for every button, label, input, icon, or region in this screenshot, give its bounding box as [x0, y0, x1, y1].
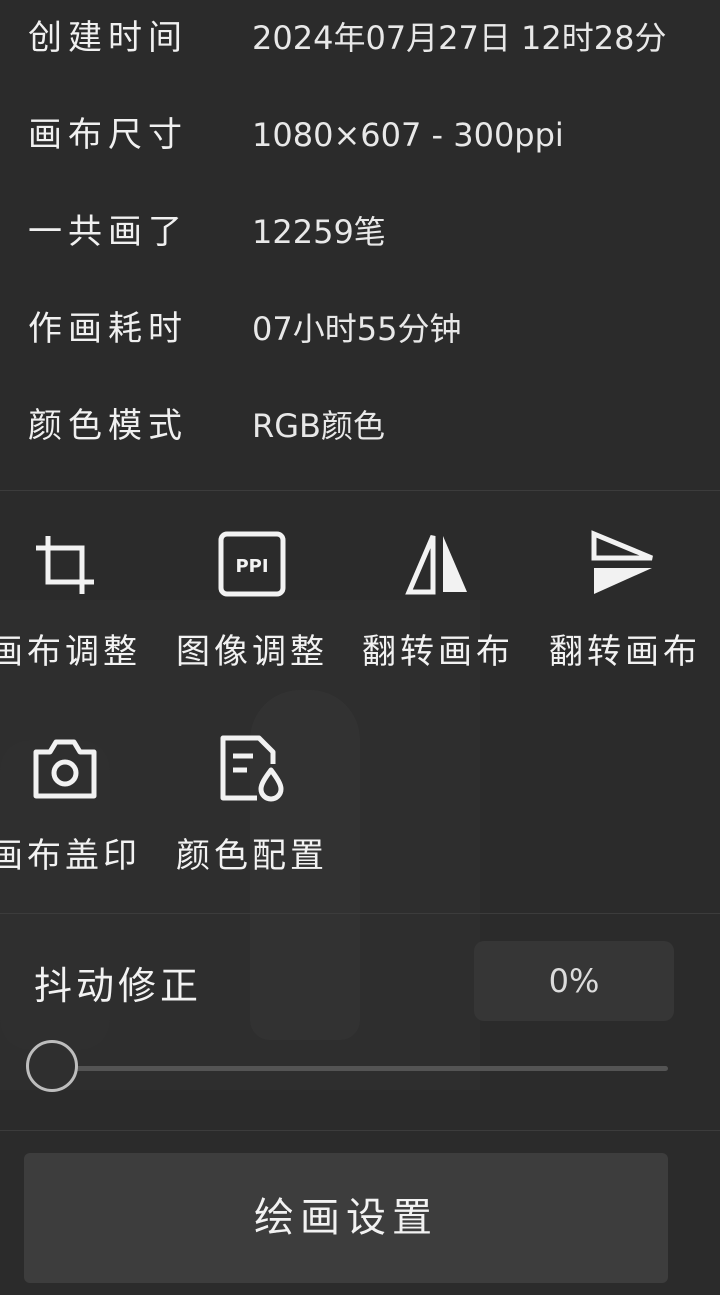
- tool-label: 图像调整: [176, 632, 328, 672]
- info-row-created: 创建时间 2024年07月27日 12时28分: [0, 8, 720, 68]
- painting-settings-button[interactable]: 绘画设置: [24, 1153, 668, 1283]
- info-label: 颜色模式: [28, 406, 188, 446]
- info-row-canvas-size: 画布尺寸 1080×607 - 300ppi: [0, 105, 720, 165]
- info-value: 2024年07月27日 12时28分: [252, 19, 667, 57]
- jitter-slider-thumb[interactable]: [26, 1040, 78, 1092]
- info-value: 1080×607 - 300ppi: [252, 116, 564, 154]
- color-profile-button[interactable]: 颜色配置: [159, 734, 345, 894]
- info-row-duration: 作画耗时 07小时55分钟: [0, 299, 720, 359]
- divider: [0, 1130, 720, 1131]
- info-value: RGB颜色: [252, 407, 385, 445]
- crop-icon: [36, 536, 94, 594]
- flip-horizontal-button[interactable]: 翻转画布: [345, 530, 531, 690]
- canvas-stamp-button[interactable]: 画布盖印: [0, 734, 158, 894]
- info-row-strokes: 一共画了 12259笔: [0, 202, 720, 262]
- flip-vertical-icon: [591, 530, 653, 594]
- tool-label: 画布盖印: [0, 836, 141, 876]
- camera-icon: [33, 739, 97, 799]
- ppi-icon: PPI: [218, 531, 286, 597]
- canvas-adjust-button[interactable]: 画布调整: [0, 530, 158, 690]
- divider: [0, 490, 720, 491]
- info-row-color-mode: 颜色模式 RGB颜色: [0, 396, 720, 456]
- tool-label: 颜色配置: [176, 836, 328, 876]
- info-label: 画布尺寸: [28, 115, 188, 155]
- divider: [0, 913, 720, 914]
- info-value: 12259笔: [252, 213, 386, 251]
- tool-label: 翻转画布: [362, 632, 514, 672]
- info-label: 创建时间: [28, 18, 188, 58]
- jitter-label: 抖动修正: [34, 964, 203, 1008]
- color-profile-icon: [220, 735, 284, 802]
- jitter-slider-track[interactable]: [52, 1066, 668, 1071]
- tool-label: 画布调整: [0, 632, 141, 672]
- flip-horizontal-icon: [405, 535, 467, 595]
- jitter-value-input[interactable]: 0%: [474, 941, 674, 1021]
- info-value: 07小时55分钟: [252, 310, 462, 348]
- info-label: 作画耗时: [28, 309, 188, 349]
- tool-label: 翻转画布: [549, 632, 701, 672]
- info-label: 一共画了: [28, 212, 188, 252]
- flip-vertical-button[interactable]: 翻转画布: [532, 530, 718, 690]
- image-adjust-button[interactable]: PPI 图像调整: [159, 530, 345, 690]
- ppi-icon-text: PPI: [235, 556, 268, 577]
